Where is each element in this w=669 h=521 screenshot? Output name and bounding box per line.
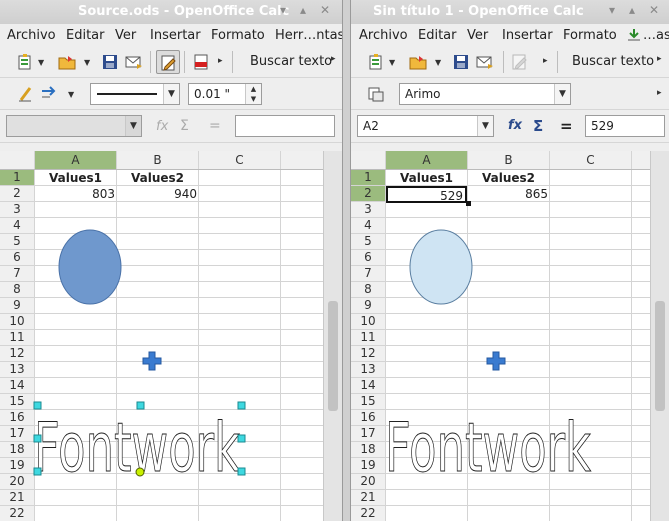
- download-icon[interactable]: [627, 28, 641, 42]
- minimize-icon[interactable]: ▾: [609, 3, 615, 17]
- menu-archivo[interactable]: Archivo: [7, 28, 56, 43]
- open-folder-icon[interactable]: [409, 53, 427, 71]
- equals-icon: =: [209, 118, 221, 134]
- chevron-down-icon[interactable]: ▼: [554, 84, 570, 104]
- formula-bar: A2 ▼ fx Σ = 529: [351, 110, 669, 143]
- toolbar-overflow-icon[interactable]: ▸: [543, 56, 548, 66]
- sum-icon: Σ: [180, 118, 189, 134]
- line-style-icon[interactable]: [16, 85, 34, 103]
- toolbar-overflow-icon[interactable]: ▸: [657, 88, 662, 98]
- spin-arrows-icon[interactable]: ▲ ▼: [245, 84, 261, 104]
- vertical-scrollbar[interactable]: [650, 151, 669, 521]
- line-style-select[interactable]: ▼: [90, 83, 180, 105]
- toolbar-overflow-icon[interactable]: ▸: [657, 54, 662, 64]
- title-bar[interactable]: Source.ods - OpenOffice Calc ▾ ▴ ✕: [0, 0, 342, 24]
- open-dropdown-icon[interactable]: ▼: [84, 58, 90, 67]
- chevron-down-icon[interactable]: ▼: [163, 84, 179, 104]
- save-icon[interactable]: [452, 53, 470, 71]
- new-dropdown-icon[interactable]: ▼: [389, 58, 395, 67]
- fontwork-text[interactable]: Fontwork: [385, 409, 592, 489]
- close-icon[interactable]: ✕: [649, 3, 659, 17]
- menu-formato[interactable]: Formato: [211, 28, 265, 43]
- save-icon[interactable]: [101, 53, 119, 71]
- minimize-icon[interactable]: ▾: [280, 3, 286, 17]
- edit-file-icon: [161, 55, 176, 71]
- toolbar-overflow-icon[interactable]: ▸: [331, 54, 336, 64]
- right-calc-window: Sin título 1 - OpenOffice Calc ▾ ▴ ✕ Arc…: [350, 0, 669, 521]
- window-title: Sin título 1 - OpenOffice Calc: [373, 4, 584, 19]
- toolbar-overflow-icon[interactable]: ▸: [218, 56, 223, 66]
- fontwork-text[interactable]: Fontwork: [34, 409, 241, 489]
- formula-bar: ▼ fx Σ =: [0, 110, 342, 143]
- standard-toolbar: ▼ ▼ ▸ Buscar texto ▸: [351, 46, 669, 78]
- maximize-icon[interactable]: ▴: [629, 3, 635, 17]
- menu-editar[interactable]: Editar: [418, 28, 457, 43]
- menu-editar[interactable]: Editar: [66, 28, 105, 43]
- arrow-dropdown-icon[interactable]: ▼: [68, 90, 74, 99]
- export-pdf-icon[interactable]: [192, 53, 210, 71]
- name-box[interactable]: ▼: [6, 115, 142, 137]
- edit-mode-button[interactable]: [156, 50, 180, 74]
- formatting-toolbar: Arimo ▼ ▸: [351, 78, 669, 110]
- function-wizard-icon: fx: [156, 119, 169, 134]
- title-bar[interactable]: Sin título 1 - OpenOffice Calc ▾ ▴ ✕: [351, 0, 669, 24]
- styles-icon[interactable]: [367, 85, 385, 103]
- drawing-format-toolbar: ▼ ▼ 0.01 " ▲ ▼: [0, 78, 342, 110]
- vertical-scrollbar[interactable]: [323, 151, 342, 521]
- menu-formato[interactable]: Formato: [563, 28, 617, 43]
- drawing-layer: Fontwork: [33, 229, 246, 489]
- formula-value: 529: [591, 119, 614, 133]
- scrollbar-thumb[interactable]: [328, 301, 338, 411]
- open-dropdown-icon[interactable]: ▼: [435, 58, 441, 67]
- drawing-layer: Fontwork: [385, 229, 592, 489]
- font-name-value: Arimo: [405, 87, 441, 101]
- menu-herramientas[interactable]: Herr…ntas: [275, 28, 342, 43]
- line-width-stepper[interactable]: 0.01 " ▲ ▼: [188, 83, 262, 105]
- window-divider: [343, 0, 350, 521]
- name-box-value: A2: [363, 119, 379, 133]
- menu-bar: Archivo Editar Ver Insertar Formato …as: [351, 24, 669, 46]
- equals-icon[interactable]: =: [560, 117, 573, 135]
- menu-ver[interactable]: Ver: [467, 28, 488, 43]
- line-width-value: 0.01 ": [194, 87, 231, 101]
- cross-shape[interactable]: [142, 351, 162, 371]
- spreadsheet-grid[interactable]: 12345678910111213141516171819202122ABCDV…: [0, 151, 342, 521]
- left-calc-window: Source.ods - OpenOffice Calc ▾ ▴ ✕ Archi…: [0, 0, 343, 521]
- function-wizard-icon[interactable]: fx: [508, 118, 522, 133]
- maximize-icon[interactable]: ▴: [300, 3, 306, 17]
- edit-file-icon[interactable]: [511, 53, 529, 71]
- cross-shape[interactable]: [486, 351, 506, 371]
- formula-input[interactable]: 529: [585, 115, 665, 137]
- find-text-label[interactable]: Buscar texto: [250, 54, 332, 69]
- ellipse-shape[interactable]: [58, 229, 122, 305]
- email-icon[interactable]: [125, 53, 143, 71]
- chevron-down-icon[interactable]: ▼: [477, 116, 493, 136]
- find-text-label[interactable]: Buscar texto: [572, 54, 654, 69]
- open-folder-icon[interactable]: [58, 53, 76, 71]
- font-name-select[interactable]: Arimo ▼: [399, 83, 571, 105]
- window-title: Source.ods - OpenOffice Calc: [78, 4, 290, 19]
- sum-icon[interactable]: Σ: [533, 117, 543, 135]
- spreadsheet-grid[interactable]: 1 2 3 4 5 6 7 8 9 10 11 12 13 14 15 16 17 18 19 20 21 22 A B C Va…: [351, 151, 669, 521]
- scrollbar-thumb[interactable]: [655, 301, 665, 411]
- new-document-icon[interactable]: [16, 53, 34, 71]
- formula-input[interactable]: [235, 115, 335, 137]
- new-document-icon[interactable]: [367, 53, 385, 71]
- new-dropdown-icon[interactable]: ▼: [38, 58, 44, 67]
- menu-archivo[interactable]: Archivo: [359, 28, 408, 43]
- menu-ver[interactable]: Ver: [115, 28, 136, 43]
- menu-herramientas[interactable]: …as: [643, 28, 669, 43]
- menu-insertar[interactable]: Insertar: [502, 28, 553, 43]
- line-style-preview: [97, 93, 157, 95]
- standard-toolbar: ▼ ▼ ▸ Buscar texto ▸: [0, 46, 342, 78]
- menu-bar: Archivo Editar Ver Insertar Formato Herr…: [0, 24, 342, 46]
- arrow-style-icon[interactable]: [40, 85, 58, 103]
- email-icon[interactable]: [476, 53, 494, 71]
- menu-insertar[interactable]: Insertar: [150, 28, 201, 43]
- chevron-down-icon[interactable]: ▼: [125, 116, 141, 136]
- close-icon[interactable]: ✕: [320, 3, 330, 17]
- name-box[interactable]: A2 ▼: [357, 115, 494, 137]
- ellipse-shape[interactable]: [409, 229, 473, 305]
- fontwork-control-handle[interactable]: [135, 467, 145, 477]
